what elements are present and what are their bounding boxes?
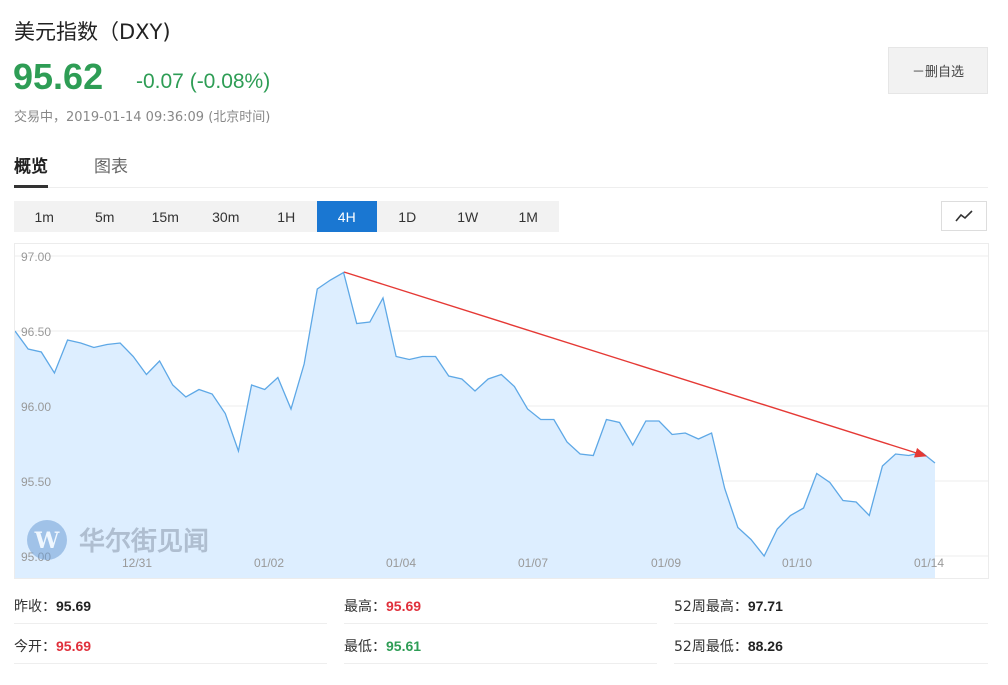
page-title: 美元指数（DXY) (14, 20, 171, 44)
interval-1m[interactable]: 1m (14, 201, 75, 232)
price-chart-svg: 97.0096.5096.0095.5095.00 12/31 01/02 01/0… (15, 250, 988, 578)
x-tick-label: 01/07 (518, 556, 548, 570)
y-tick-label: 96.00 (21, 400, 51, 414)
interval-1d[interactable]: 1D (377, 201, 438, 232)
stat-52w-low: 52周最低： 88.26 (674, 628, 988, 664)
x-tick-label: 12/31 (122, 556, 152, 570)
interval-1mo[interactable]: 1M (498, 201, 559, 232)
quote-page: 美元指数（DXY) 95.62 -0.07 (-0.08%) 交易中，2019-… (0, 0, 1008, 685)
stat-label: 52周最高： (674, 598, 748, 615)
stat-low: 最低： 95.61 (344, 628, 657, 664)
trading-status: 交易中，2019-01-14 09:36:09 (北京时间) (14, 110, 271, 125)
interval-selector: 1m 5m 15m 30m 1H 4H 1D 1W 1M (14, 201, 559, 232)
stat-value: 95.69 (56, 637, 92, 654)
stat-value: 88.26 (747, 637, 783, 654)
line-chart-icon (955, 210, 973, 222)
current-price: 95.62 (13, 56, 104, 97)
x-tick-label: 01/14 (914, 556, 944, 570)
x-tick-label: 01/04 (386, 556, 416, 570)
stat-52w-high: 52周最高： 97.71 (674, 588, 988, 624)
remove-watchlist-button[interactable]: －删自选 (888, 47, 988, 94)
tab-chart[interactable]: 图表 (94, 152, 128, 185)
y-tick-label: 97.00 (21, 250, 51, 264)
watermark-logo-letter: W (34, 528, 60, 554)
interval-4h[interactable]: 4H (316, 201, 377, 232)
stat-value: 97.71 (747, 597, 783, 614)
price-change: -0.07 (-0.08%) (136, 70, 271, 93)
chart-type-button[interactable] (941, 201, 987, 231)
tab-bar: 概览 图表 (14, 152, 988, 188)
x-tick-label: 01/10 (782, 556, 812, 570)
stat-high: 最高： 95.69 (344, 588, 657, 624)
tab-overview[interactable]: 概览 (14, 152, 48, 188)
stat-open: 今开： 95.69 (14, 628, 327, 664)
price-chart: 97.00 96.50 96.00 95.50 95.00 12/31 01/02 01/0… (14, 243, 989, 579)
stat-value: 95.69 (56, 597, 92, 614)
stat-value: 95.69 (386, 597, 422, 614)
stat-value: 95.61 (386, 637, 422, 654)
x-tick-label: 01/02 (254, 556, 284, 570)
interval-30m[interactable]: 30m (196, 201, 257, 232)
stat-label: 今开： (14, 638, 56, 655)
interval-1h[interactable]: 1H (256, 201, 317, 232)
stat-label: 昨收： (14, 598, 56, 615)
y-tick-label: 96.50 (21, 325, 51, 339)
stat-label: 52周最低： (674, 638, 748, 655)
stat-label: 最低： (344, 638, 386, 655)
y-tick-label: 95.50 (21, 475, 51, 489)
stat-label: 最高： (344, 598, 386, 615)
interval-5m[interactable]: 5m (75, 201, 136, 232)
interval-15m[interactable]: 15m (135, 201, 196, 232)
stat-prev-close: 昨收： 95.69 (14, 588, 327, 624)
interval-1w[interactable]: 1W (438, 201, 499, 232)
x-tick-label: 01/09 (651, 556, 681, 570)
watermark-text: 华尔街见闻 (79, 526, 209, 557)
